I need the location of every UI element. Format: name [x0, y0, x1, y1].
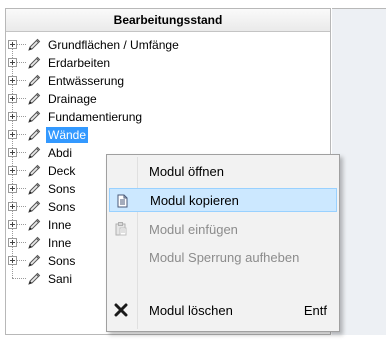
pencil-icon	[26, 235, 42, 251]
expand-plus-icon[interactable]	[8, 220, 17, 229]
tree-node-label[interactable]: Deck	[46, 163, 77, 179]
tree-header: Bearbeitungsstand	[6, 9, 330, 32]
tree-branch-line	[17, 62, 26, 63]
tree-branch-line	[17, 242, 26, 243]
menu-item[interactable]: Modul löschen Entf	[109, 298, 337, 322]
expand-plus-icon[interactable]	[8, 94, 17, 103]
pencil-icon	[26, 91, 42, 107]
delete-x-icon	[113, 302, 129, 318]
paste-clipboard-icon	[113, 221, 129, 237]
pencil-icon	[26, 181, 42, 197]
expand-plus-icon[interactable]	[8, 202, 17, 211]
tree-node-label[interactable]: Drainage	[46, 91, 99, 107]
pencil-icon	[26, 163, 42, 179]
copy-document-icon	[114, 193, 130, 209]
tree-node[interactable]: Grundflächen / Umfänge	[6, 36, 326, 54]
pencil-icon	[26, 253, 42, 269]
tree-node[interactable]: Wände	[6, 126, 326, 144]
expand-plus-icon[interactable]	[8, 256, 17, 265]
expand-plus-icon[interactable]	[8, 112, 17, 121]
right-panel	[332, 8, 386, 335]
tree-node[interactable]: Drainage	[6, 90, 326, 108]
pencil-icon	[26, 199, 42, 215]
tree-node-label[interactable]: Sani	[46, 271, 74, 287]
tree-branch-line	[17, 260, 26, 261]
tree-branch-line	[17, 80, 26, 81]
tree-branch-line	[17, 188, 26, 189]
pencil-icon	[26, 271, 42, 287]
expand-plus-icon[interactable]	[8, 58, 17, 67]
pencil-icon	[26, 109, 42, 125]
menu-item-label: Modul einfügen	[149, 221, 238, 237]
tree-branch-line	[17, 134, 26, 135]
tree-node-label[interactable]: Wände	[46, 127, 89, 143]
tree-node-label[interactable]: Entwässerung	[46, 73, 126, 89]
tree-branch-line	[17, 224, 26, 225]
tree-node-label[interactable]: Abdi	[46, 145, 74, 161]
tree-node-label[interactable]: Sons	[46, 181, 77, 197]
expand-plus-icon[interactable]	[8, 184, 17, 193]
menu-item-label: Modul kopieren	[150, 192, 239, 208]
pencil-icon	[26, 127, 42, 143]
expand-plus-icon[interactable]	[8, 166, 17, 175]
tree-node[interactable]: Fundamentierung	[6, 108, 326, 126]
menu-item[interactable]: Modul öffnen	[109, 159, 337, 183]
expand-plus-icon[interactable]	[8, 40, 17, 49]
tree-node[interactable]: Erdarbeiten	[6, 54, 326, 72]
context-menu: Modul öffnen Modul kopieren Modul einfügen…	[106, 154, 340, 332]
pencil-icon	[26, 55, 42, 71]
menu-item-label: Modul Sperrung aufheben	[149, 249, 300, 265]
tree-branch-line	[12, 278, 26, 279]
expand-plus-icon[interactable]	[8, 238, 17, 247]
tree-node-label[interactable]: Erdarbeiten	[46, 55, 112, 71]
tree-node[interactable]: Entwässerung	[6, 72, 326, 90]
tree-node-label[interactable]: Inne	[46, 235, 73, 251]
expand-plus-icon[interactable]	[8, 130, 17, 139]
tree-branch-line	[17, 206, 26, 207]
pencil-icon	[26, 145, 42, 161]
tree-branch-line	[17, 116, 26, 117]
expand-plus-icon[interactable]	[8, 148, 17, 157]
pencil-icon	[26, 217, 42, 233]
tree-branch-line	[17, 44, 26, 45]
pencil-icon	[26, 37, 42, 53]
menu-item[interactable]: Modul Sperrung aufheben	[109, 245, 337, 269]
tree-node-label[interactable]: Grundflächen / Umfänge	[46, 37, 181, 53]
tree-node-label[interactable]: Sons	[46, 253, 77, 269]
expand-plus-icon[interactable]	[8, 76, 17, 85]
tree-branch-line	[17, 152, 26, 153]
tree-branch-line	[17, 98, 26, 99]
menu-item-label: Modul öffnen	[149, 163, 224, 179]
tree-node-label[interactable]: Fundamentierung	[46, 109, 144, 125]
menu-item-label: Modul löschen	[149, 302, 233, 318]
tree-node-label[interactable]: Sons	[46, 199, 77, 215]
pencil-icon	[26, 73, 42, 89]
tree-branch-line	[17, 170, 26, 171]
menu-item[interactable]: Modul kopieren	[109, 188, 337, 212]
menu-item-shortcut: Entf	[303, 302, 327, 318]
tree-node-label[interactable]: Inne	[46, 217, 73, 233]
menu-item[interactable]: Modul einfügen	[109, 217, 337, 241]
